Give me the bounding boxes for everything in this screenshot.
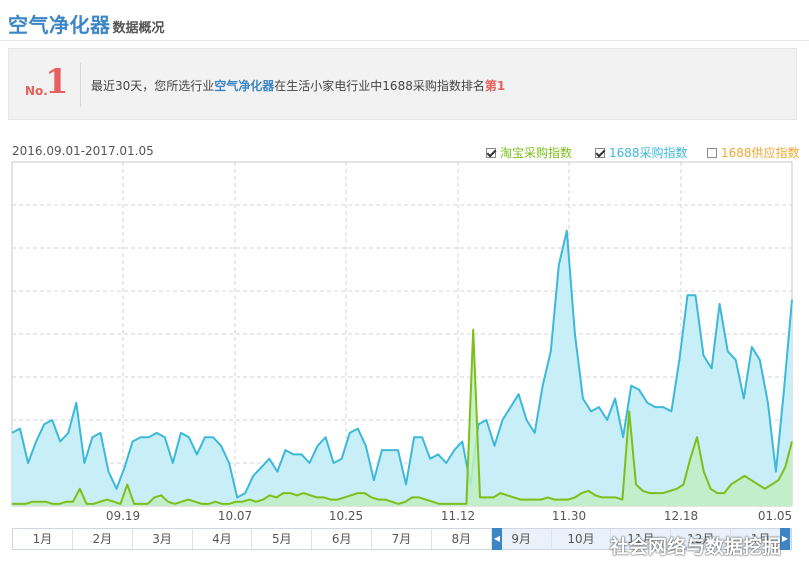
watermark: 社会网络与数据挖掘 xyxy=(610,536,782,558)
x-tick-label: 11.30 xyxy=(552,509,586,523)
ranking-description: 最近30天，您所选行业空气净化器在生活小家电行业中1688采购指数排名第1 xyxy=(91,77,505,94)
checkbox-icon[interactable] xyxy=(486,147,496,158)
checkbox-icon[interactable] xyxy=(707,147,717,158)
timeline-month[interactable]: 8月 xyxy=(432,529,492,549)
timeline-month[interactable]: 5月 xyxy=(252,529,313,549)
x-tick-label: 10.25 xyxy=(329,509,363,523)
x-tick-label: 12.18 xyxy=(664,509,698,523)
x-tick-label: 10.07 xyxy=(218,509,252,523)
area-chart: 09.19 10.07 10.25 11.12 11.30 12.18 01.05 xyxy=(11,161,793,523)
x-tick-label: 11.12 xyxy=(441,509,475,523)
overview-subtitle: 数据概况 xyxy=(112,21,165,36)
category-title: 空气净化器 xyxy=(8,13,111,37)
x-tick-label: 09.19 xyxy=(106,509,140,523)
page-title: 空气净化器 数据概况 xyxy=(8,10,165,38)
rank-number: 1 xyxy=(45,62,69,102)
timeline-month[interactable]: 1月 xyxy=(13,529,73,549)
checkbox-icon[interactable] xyxy=(595,147,605,158)
date-range: 2016.09.01-2017.01.05 xyxy=(12,144,154,158)
timeline-month[interactable]: 7月 xyxy=(372,529,432,549)
x-tick-label: 01.05 xyxy=(758,509,792,523)
ranking-category: 空气净化器 xyxy=(214,79,275,93)
timeline-month[interactable]: 10月 xyxy=(551,529,612,549)
ranking-text-before: 最近30天，您所选行业 xyxy=(91,79,215,93)
rank-divider xyxy=(80,63,81,107)
range-handle-left[interactable]: ◀ xyxy=(492,528,502,550)
ranking-text-middle: 在生活小家电行业中1688采购指数排名 xyxy=(274,79,485,93)
ranking-rank: 第1 xyxy=(484,79,506,93)
ranking-banner: No. 1 最近30天，您所选行业空气净化器在生活小家电行业中1688采购指数排… xyxy=(8,48,797,120)
timeline-month[interactable]: 2月 xyxy=(73,529,133,549)
timeline-month[interactable]: 3月 xyxy=(133,529,193,549)
title-divider xyxy=(0,40,809,41)
range-handle-right[interactable]: ▶ xyxy=(780,528,790,550)
timeline-month[interactable]: 4月 xyxy=(193,529,253,549)
timeline-month[interactable]: 6月 xyxy=(312,529,373,549)
